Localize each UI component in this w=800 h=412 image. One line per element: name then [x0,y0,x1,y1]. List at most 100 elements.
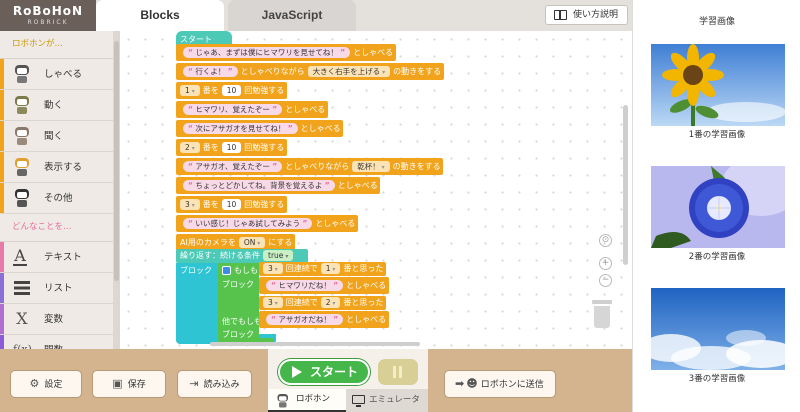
zoom-out-icon[interactable]: − [599,274,612,287]
block-label: 番を [202,200,219,209]
learn-block[interactable]: 3番を10回勉強する [176,196,287,213]
workspace-horizontal-scrollbar[interactable] [210,342,420,346]
robohon-listen-icon [13,127,31,145]
count-dropdown[interactable]: 3 [263,263,283,274]
block-workspace[interactable]: スタート “ じゃあ、まずは僕にヒマワリを見せてね！ ” としゃべる “ 行くよ！… [120,31,632,349]
count-field[interactable]: 10 [221,85,242,96]
category-color-stripe [0,183,4,213]
say-block[interactable]: “ ちょっとどかしてね。背景を覚えるよ ” としゃべる [176,177,381,194]
say-block[interactable]: “ ヒマワリ、覚えたぞー ” としゃべる [176,101,328,118]
camera-dropdown[interactable]: ON [238,237,266,248]
category-variable[interactable]: X 変数 [0,304,113,335]
category-listen[interactable]: 聞く [0,121,113,152]
book-icon [554,10,567,20]
category-text[interactable]: A テキスト [0,242,113,273]
robohon-icon [276,394,288,408]
robohon-move-icon [13,96,31,114]
say-text-field[interactable]: “ ヒマワリ、覚えたぞー ” [183,104,283,115]
image-number-dropdown[interactable]: 2 [180,142,200,153]
tab-blocks[interactable]: Blocks [96,0,224,31]
say-text-field[interactable]: “ 行くよ！ ” [183,66,238,77]
image-number-dropdown[interactable]: 1 [180,85,200,96]
block-label: 回連続で [285,264,318,273]
save-button-label: 保存 [127,380,146,390]
gear-icon: ⚙ [29,377,40,390]
pause-button[interactable] [378,359,418,385]
loop-block[interactable]: 繰り返す：続ける条件 true [176,249,308,263]
block-label: 繰り返す：続ける条件 [180,251,260,260]
count-field[interactable]: 10 [221,142,242,153]
recognize-condition-block[interactable]: 3回連続で2番と思った [259,296,386,310]
mode-robohon-tab[interactable]: ロボホン [268,389,346,412]
say-text-field[interactable]: “ アサガオ、覚えたぞー ” [183,161,283,172]
category-display[interactable]: 表示する [0,152,113,183]
block-label: としゃべる [285,105,326,114]
say-text-field[interactable]: “ ヒマワリだね！ ” [266,280,344,291]
learn-block[interactable]: 2番を10回勉強する [176,139,287,156]
category-color-stripe [0,273,4,303]
training-image-2-caption: 2番の学習画像 [688,252,746,262]
gear-icon[interactable] [222,266,231,275]
if-block[interactable]: もしも ブロック [218,263,259,315]
say-block[interactable]: “ じゃあ、まずは僕にヒマワリを見せてね！ ” としゃべる [176,44,396,61]
app-logo: RoBoHoN ROBRICK [0,0,96,31]
training-image-1[interactable] [651,44,785,126]
training-image-3[interactable] [651,288,785,370]
say-text-field[interactable]: “ アサガオだね！ ” [266,314,344,325]
trash-icon[interactable] [592,300,612,330]
say-while-move-block[interactable]: “ アサガオ、覚えたぞー ”としゃべりながら乾杯！の動きをする [176,158,444,175]
help-button[interactable]: 使い方説明 [545,5,628,25]
settings-button[interactable]: ⚙ 設定 [10,370,82,398]
block-label: ブロック [180,266,212,275]
import-icon: ⇥ [189,377,199,390]
say-block[interactable]: “ 次にアサガオを見せてね！ ” としゃべる [176,120,344,137]
send-to-robohon-button[interactable]: ➡ ☻ ロボホンに送信 [444,370,556,398]
image-number-dropdown[interactable]: 1 [320,263,341,274]
category-color-stripe [0,59,4,89]
say-while-move-block[interactable]: “ 行くよ！ ”としゃべりながら大きく右手を上げるの動きをする [176,63,444,80]
motion-dropdown[interactable]: 乾杯！ [352,161,390,172]
condition-dropdown[interactable]: true [263,250,294,261]
count-dropdown[interactable]: 3 [263,297,283,308]
motion-dropdown[interactable]: 大きく右手を上げる [307,66,391,77]
start-button-label: スタート [310,365,359,379]
say-text-field[interactable]: “ ちょっとどかしてね。背景を覚えるよ ” [183,180,335,191]
mode-emulator-tab[interactable]: エミュレータ [346,389,428,412]
say-text-field[interactable]: “ 次にアサガオを見せてね！ ” [183,123,298,134]
category-label: 聞く [44,131,64,142]
training-image-3-caption: 3番の学習画像 [688,374,746,384]
category-other[interactable]: その他 [0,183,113,214]
block-label: の動きをする [393,67,442,76]
training-image-2[interactable] [651,166,785,248]
recenter-icon[interactable]: ⊙ [599,234,612,247]
category-function[interactable]: f(x) 関数 [0,335,113,349]
block-label: 回勉強する [244,143,285,152]
start-button[interactable]: スタート [278,359,370,385]
image-number-dropdown[interactable]: 3 [180,199,200,210]
zoom-in-icon[interactable]: + [599,257,612,270]
function-icon: f(x) [13,341,32,349]
say-block[interactable]: “ いい感じ！じゃあ試してみよう ” としゃべる [176,215,358,232]
say-block[interactable]: “ アサガオだね！ ” としゃべる [259,311,389,328]
category-move[interactable]: 動く [0,90,113,121]
say-text-field[interactable]: “ いい感じ！じゃあ試してみよう ” [183,218,313,229]
say-text-field[interactable]: “ じゃあ、まずは僕にヒマワリを見せてね！ ” [183,47,351,58]
monitor-icon [352,395,365,407]
save-button[interactable]: ▣ 保存 [92,370,166,398]
workspace-vertical-scrollbar[interactable] [623,105,628,265]
category-list[interactable]: リスト [0,273,113,304]
load-button[interactable]: ⇥ 読み込み [177,370,252,398]
block-label: もしも [234,266,258,275]
tab-javascript[interactable]: JavaScript [228,0,356,31]
say-block[interactable]: “ ヒマワリだね！ ” としゃべる [259,277,389,294]
category-speak[interactable]: しゃべる [0,59,113,90]
block-label: 番と思った [343,264,384,273]
image-number-dropdown[interactable]: 2 [320,297,341,308]
settings-button-label: 設定 [44,380,63,390]
learn-block[interactable]: 1番を10回勉強する [176,82,287,99]
category-scrollbar[interactable] [113,31,120,349]
category-label: その他 [44,193,73,204]
count-field[interactable]: 10 [221,199,242,210]
block-label: としゃべりながら [285,162,350,171]
recognize-condition-block[interactable]: 3回連続で1番と思った [259,262,386,276]
